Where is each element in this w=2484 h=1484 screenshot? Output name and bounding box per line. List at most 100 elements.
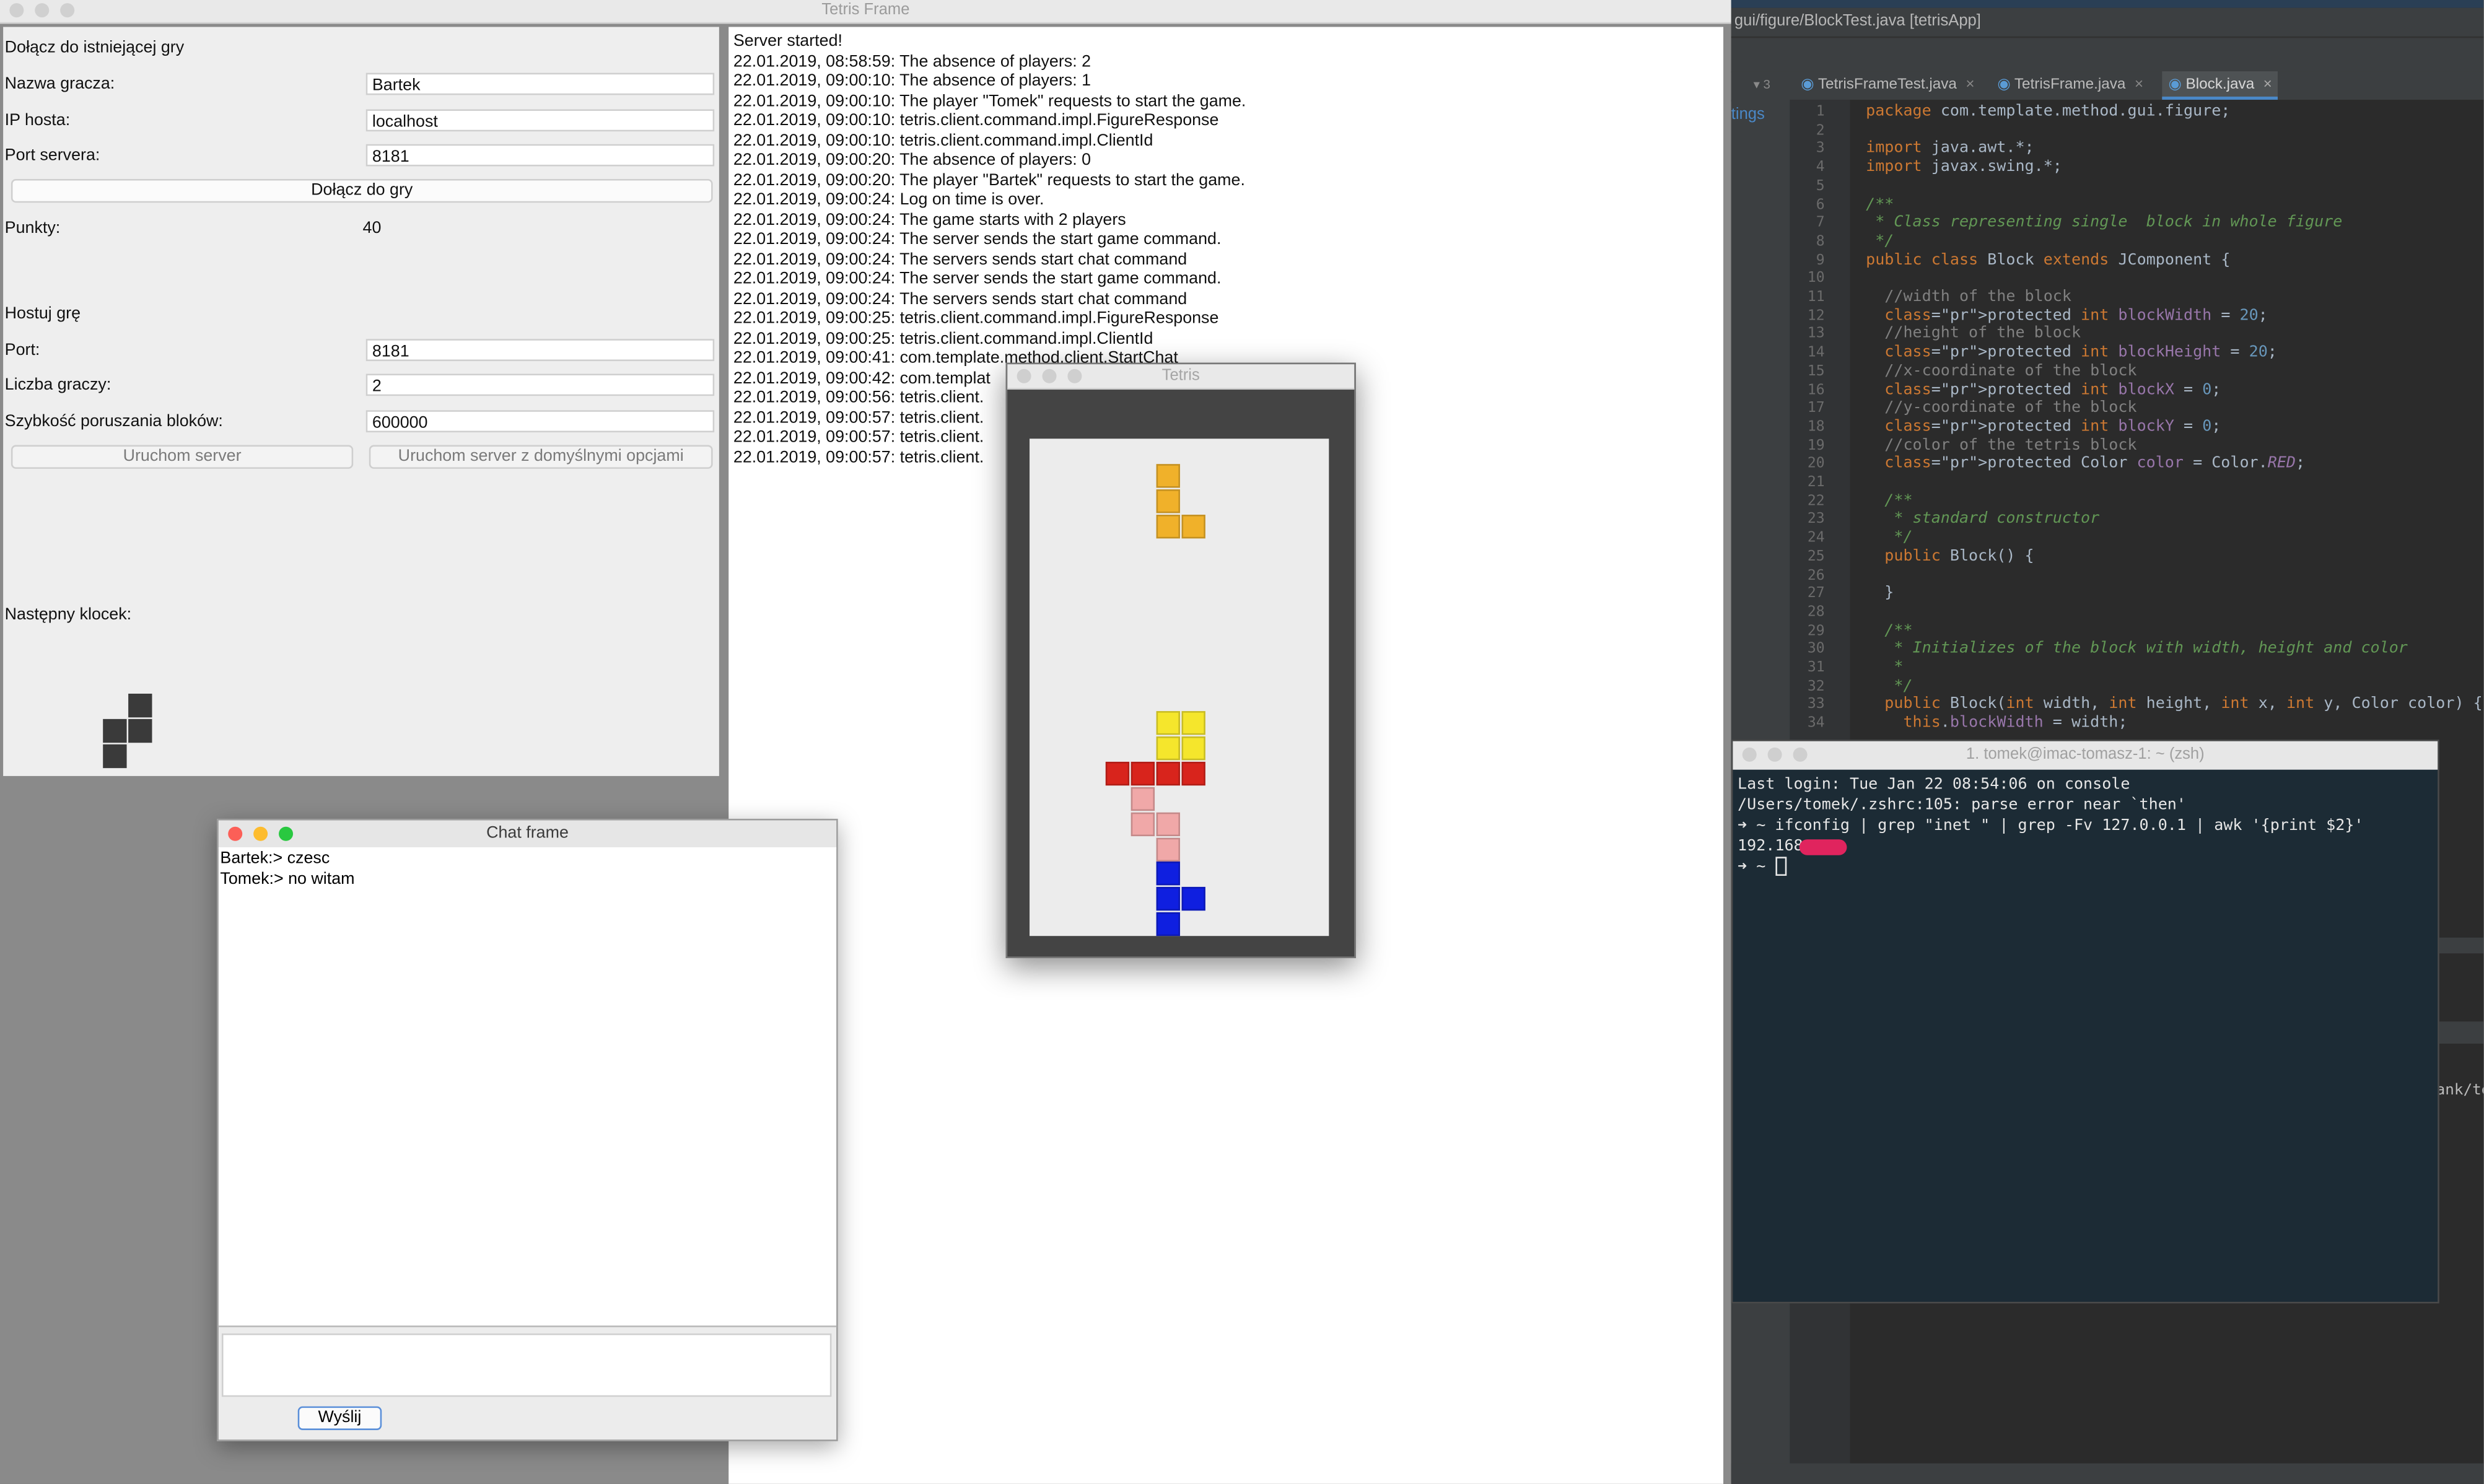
cursor <box>1775 857 1786 876</box>
line-number: 5 <box>1816 178 1825 194</box>
zoom-icon[interactable] <box>1793 747 1808 762</box>
speed-field[interactable]: 600000 <box>365 410 715 433</box>
next-block-label: Następny klocek: <box>4 605 132 624</box>
terminal-body[interactable]: Last login: Tue Jan 22 08:54:06 on conso… <box>1733 770 2438 1302</box>
minimize-icon[interactable] <box>253 826 268 841</box>
blue-block-cell <box>1156 862 1180 886</box>
java-file-icon: ◉ <box>1801 76 1814 94</box>
line-number: 30 <box>1807 642 1825 658</box>
send-button[interactable]: Wyślij <box>297 1406 382 1430</box>
java-file-icon: ◉ <box>2168 76 2182 94</box>
log-line: 22.01.2019, 09:00:24: The servers sends … <box>733 249 1187 269</box>
close-icon[interactable] <box>9 3 24 18</box>
tab-tetrisframe[interactable]: ◉ TetrisFrame.java × <box>1997 71 2143 100</box>
log-line: 22.01.2019, 09:00:56: tetris.client. <box>733 388 984 408</box>
zoom-icon[interactable] <box>60 3 75 18</box>
ide-statusbar <box>1731 1463 2484 1484</box>
code-line: class="pr">protected int blockHeight = 2… <box>1884 344 2277 362</box>
speed-label: Szybkość poruszania bloków: <box>4 411 223 431</box>
code-line: public class Block extends JComponent { <box>1866 251 2231 269</box>
player-name-field[interactable]: Bartek <box>365 72 715 95</box>
terminal-line: 192.168 <box>1738 837 1803 855</box>
code-line: /** <box>1866 492 1913 510</box>
minimize-icon[interactable] <box>1042 369 1057 383</box>
line-number: 12 <box>1807 308 1825 325</box>
close-tab-icon[interactable]: × <box>2135 76 2143 94</box>
code-line: import java.awt.*; <box>1866 140 2034 158</box>
terminal-line: Last login: Tue Jan 22 08:54:06 on conso… <box>1738 775 2130 794</box>
code-line: /** <box>1866 195 1894 213</box>
line-number: 8 <box>1816 234 1825 250</box>
project-panel-label: tings <box>1731 106 1765 124</box>
minimize-icon[interactable] <box>1767 747 1782 762</box>
port-field[interactable]: 8181 <box>365 339 715 361</box>
close-icon[interactable] <box>1742 747 1757 762</box>
next-block-cell <box>103 718 127 743</box>
next-block-cell <box>128 693 152 718</box>
join-game-button[interactable]: Dołącz do gry <box>11 178 713 203</box>
ide-tabbar: ▾ 3 ◉ TetrisFrameTest.java × ◉ TetrisFra… <box>1731 71 2484 102</box>
log-line: 22.01.2019, 09:00:57: tetris.client. <box>733 447 984 467</box>
players-count-field[interactable]: 2 <box>365 373 715 396</box>
code-line: */ <box>1866 677 1913 695</box>
line-number: 31 <box>1807 660 1825 676</box>
red-block-cell <box>1156 761 1180 786</box>
line-number: 10 <box>1807 271 1825 287</box>
yellow-block-cell <box>1181 711 1205 735</box>
yellow-block-cell <box>1156 736 1180 761</box>
log-line: Server started! <box>733 32 843 51</box>
pink-block-cell <box>1130 787 1155 811</box>
zoom-icon[interactable] <box>1067 369 1082 383</box>
code-line: public Block(int width, int height, int … <box>1884 696 2483 714</box>
close-icon[interactable] <box>228 826 243 841</box>
start-server-default-button[interactable]: Uruchom server z domyślnymi opcjami <box>369 445 713 469</box>
tetris-game-title: Tetris <box>1161 367 1200 385</box>
server-port-field[interactable]: 8181 <box>365 144 715 167</box>
close-tab-icon[interactable]: × <box>2263 76 2272 94</box>
line-number: 4 <box>1816 160 1825 177</box>
line-number: 20 <box>1807 456 1825 473</box>
close-tab-icon[interactable]: × <box>1966 76 1974 94</box>
chat-titlebar[interactable]: Chat frame <box>218 820 837 849</box>
code-line: public Block() { <box>1884 548 2034 565</box>
line-number: 3 <box>1816 141 1825 158</box>
yellow-block-cell <box>1156 711 1180 735</box>
code-line: //x-coordinate of the block <box>1866 362 2137 380</box>
red-block-cell <box>1105 761 1130 786</box>
chat-input[interactable] <box>221 1333 832 1397</box>
log-line: 22.01.2019, 09:00:10: The absence of pla… <box>733 71 1091 90</box>
log-line: 22.01.2019, 08:58:59: The absence of pla… <box>733 51 1091 71</box>
pink-block-cell <box>1156 837 1180 862</box>
line-number: 25 <box>1807 549 1825 565</box>
log-line: 22.01.2019, 09:00:24: The server sends t… <box>733 269 1222 289</box>
terminal-line: /Users/tomek/.zshrc:105: parse error nea… <box>1738 797 2186 814</box>
line-number: 29 <box>1807 623 1825 639</box>
chat-title: Chat frame <box>486 823 569 843</box>
close-icon[interactable] <box>1017 369 1031 383</box>
tabs-overflow-icon[interactable]: ▾ 3 <box>1754 71 1770 100</box>
tetris-game-window: Tetris <box>1005 362 1356 958</box>
tab-label: Block.java <box>2185 76 2255 94</box>
port-label: Port: <box>4 340 40 360</box>
host-ip-label: IP hosta: <box>4 110 71 130</box>
log-line: 22.01.2019, 09:00:57: tetris.client. <box>733 427 984 447</box>
log-line: 22.01.2019, 09:00:25: tetris.client.comm… <box>733 308 1219 328</box>
log-line: 22.01.2019, 09:00:24: The game starts wi… <box>733 209 1126 229</box>
log-line: 22.01.2019, 09:00:57: tetris.client. <box>733 408 984 427</box>
tab-tetrisframetest[interactable]: ◉ TetrisFrameTest.java × <box>1801 71 1974 100</box>
game-board[interactable] <box>1030 439 1329 936</box>
java-file-icon: ◉ <box>1997 76 2011 94</box>
tetris-frame-titlebar[interactable]: Tetris Frame <box>0 0 1731 24</box>
tetris-game-titlebar[interactable]: Tetris <box>1007 364 1355 390</box>
terminal-titlebar[interactable]: 1. tomek@imac-tomasz-1: ~ (zsh) <box>1733 741 2438 770</box>
tab-block[interactable]: ◉ Block.java × <box>2162 71 2279 100</box>
server-port-label: Port servera: <box>4 146 100 165</box>
log-line: 22.01.2019, 09:00:10: The player "Tomek"… <box>733 91 1246 110</box>
start-server-button[interactable]: Uruchom server <box>11 445 354 469</box>
zoom-icon[interactable] <box>279 826 294 841</box>
line-number: 16 <box>1807 382 1825 399</box>
host-ip-field[interactable]: localhost <box>365 109 715 132</box>
minimize-icon[interactable] <box>35 3 50 18</box>
code-line: this.blockWidth = width; <box>1903 714 2128 732</box>
line-number: 23 <box>1807 512 1825 528</box>
